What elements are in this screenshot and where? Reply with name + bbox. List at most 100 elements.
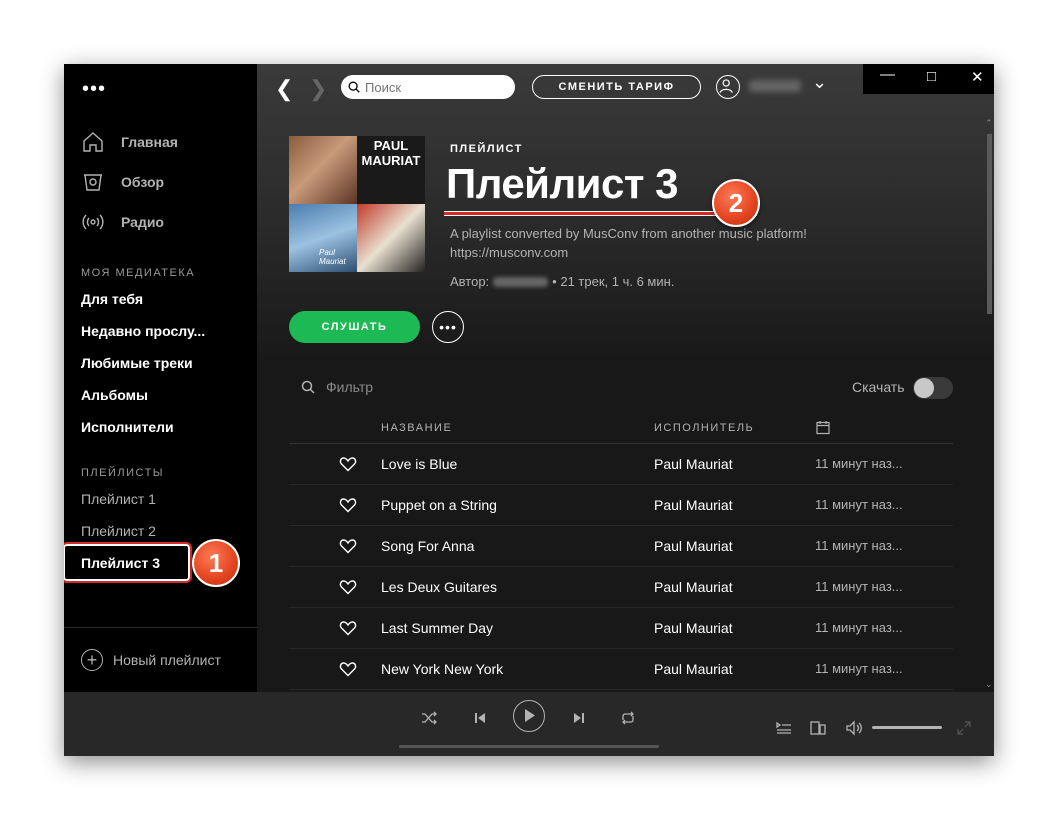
library-item-liked[interactable]: Любимые треки	[81, 355, 193, 371]
devices-icon[interactable]	[810, 720, 826, 736]
download-label: Скачать	[852, 379, 905, 395]
main-content: ❮ ❯ СМЕНИТЬ ТАРИФ ⌄ — □ ✕ PAUL MAURIAT P…	[257, 64, 994, 692]
shuffle-icon[interactable]	[421, 710, 437, 726]
next-icon[interactable]	[572, 711, 586, 725]
track-added: 11 минут наз...	[815, 456, 903, 471]
scrollbar[interactable]: ⌃ ⌄	[985, 118, 994, 692]
heart-icon[interactable]	[339, 660, 357, 678]
radio-icon	[82, 214, 104, 230]
upgrade-button[interactable]: СМЕНИТЬ ТАРИФ	[532, 75, 701, 99]
sidebar-playlist-1[interactable]: Плейлист 1	[81, 491, 156, 507]
progress-bar[interactable]	[399, 745, 659, 748]
library-item-albums[interactable]: Альбомы	[81, 387, 148, 403]
filter-placeholder: Фильтр	[326, 379, 374, 395]
sidebar-playlist-2[interactable]: Плейлист 2	[81, 523, 156, 539]
column-header-artist[interactable]: ИСПОЛНИТЕЛЬ	[654, 422, 754, 434]
heart-icon[interactable]	[339, 537, 357, 555]
scroll-up-icon[interactable]: ⌃	[985, 118, 993, 129]
play-button[interactable]: СЛУШАТЬ	[289, 311, 420, 343]
username-blurred[interactable]	[749, 80, 801, 92]
home-icon	[83, 132, 103, 152]
back-arrow-icon[interactable]: ❮	[275, 76, 293, 102]
previous-icon[interactable]	[473, 711, 487, 725]
user-avatar-icon[interactable]	[716, 75, 740, 99]
title-highlight-underline	[444, 211, 757, 216]
table-row[interactable]: Love is Blue Paul Mauriat 11 минут наз...	[289, 444, 953, 485]
author-name-blurred[interactable]	[493, 276, 549, 287]
close-icon[interactable]: ✕	[971, 68, 984, 86]
library-section-title: МОЯ МЕДИАТЕКА	[81, 267, 196, 279]
toggle-knob	[914, 378, 934, 398]
download-toggle[interactable]	[913, 377, 953, 399]
library-item-for-you[interactable]: Для тебя	[81, 291, 143, 307]
search-box[interactable]	[341, 75, 515, 99]
more-options-button[interactable]: •••	[432, 311, 464, 343]
volume-slider[interactable]	[872, 726, 942, 729]
nav-browse[interactable]: Обзор	[81, 170, 164, 194]
track-added: 11 минут наз...	[815, 579, 903, 594]
search-icon	[301, 380, 315, 394]
column-header-title[interactable]: НАЗВАНИЕ	[381, 422, 452, 434]
library-item-recent[interactable]: Недавно прослу...	[81, 323, 205, 339]
window-controls: — □ ✕	[863, 64, 994, 94]
heart-icon[interactable]	[339, 578, 357, 596]
track-title: Last Summer Day	[381, 620, 494, 636]
calendar-icon[interactable]	[816, 420, 830, 435]
heart-icon[interactable]	[339, 619, 357, 637]
playlist-description: A playlist converted by MusConv from ano…	[450, 226, 807, 260]
playlists-section-title: ПЛЕЙЛИСТЫ	[81, 467, 165, 479]
table-row[interactable]: New York New York Paul Mauriat 11 минут на…	[289, 649, 953, 690]
playlist-cover-image: PAUL MAURIAT Paul Mauriat	[289, 136, 425, 272]
annotation-badge-2: 2	[712, 179, 760, 227]
scroll-down-icon[interactable]: ⌄	[985, 679, 993, 690]
repeat-icon[interactable]	[620, 710, 636, 726]
menu-dots-button[interactable]: •••	[82, 78, 106, 101]
new-playlist-button[interactable]: + Новый плейлист	[81, 649, 221, 671]
track-artist[interactable]: Paul Mauriat	[654, 497, 733, 513]
volume-icon[interactable]	[846, 720, 864, 736]
track-artist[interactable]: Paul Mauriat	[654, 538, 733, 554]
track-added: 11 минут наз...	[815, 661, 903, 676]
cover-artist-text-small: Paul Mauriat	[319, 248, 346, 266]
table-row[interactable]: Song For Anna Paul Mauriat 11 минут наз...	[289, 526, 953, 567]
sidebar-playlist-3[interactable]: Плейлист 3	[81, 555, 160, 571]
nav-browse-label: Обзор	[121, 174, 165, 190]
nav-home[interactable]: Главная	[81, 130, 178, 154]
search-input[interactable]	[365, 79, 505, 95]
cover-artist-text: PAUL MAURIAT	[361, 138, 421, 168]
play-pause-button[interactable]	[513, 700, 545, 732]
track-added: 11 минут наз...	[815, 497, 903, 512]
chevron-down-icon[interactable]: ⌄	[812, 72, 827, 93]
player-bar	[64, 692, 994, 756]
track-artist[interactable]: Paul Mauriat	[654, 456, 733, 472]
nav-home-label: Главная	[121, 134, 178, 150]
playlist-meta: Автор: • 21 трек, 1 ч. 6 мин.	[450, 274, 674, 289]
track-added: 11 минут наз...	[815, 538, 903, 553]
annotation-badge-1: 1	[192, 539, 240, 587]
track-artist[interactable]: Paul Mauriat	[654, 620, 733, 636]
fullscreen-icon[interactable]	[957, 721, 971, 735]
track-title: Song For Anna	[381, 538, 475, 554]
forward-arrow-icon[interactable]: ❯	[309, 76, 327, 102]
sidebar: ••• Главная Обзор Радио МОЯ МЕДИАТЕКА Дл…	[64, 64, 257, 692]
search-icon	[348, 81, 360, 93]
track-title: Puppet on a String	[381, 497, 497, 513]
table-row[interactable]: Last Summer Day Paul Mauriat 11 минут наз.…	[289, 608, 953, 649]
library-item-artists[interactable]: Исполнители	[81, 419, 174, 435]
plus-circle-icon: +	[81, 649, 103, 671]
minimize-icon[interactable]: —	[880, 66, 895, 83]
queue-icon[interactable]	[776, 721, 792, 735]
heart-icon[interactable]	[339, 496, 357, 514]
scroll-thumb[interactable]	[987, 134, 992, 314]
heart-icon[interactable]	[339, 455, 357, 473]
track-title: New York New York	[381, 661, 504, 677]
play-icon	[525, 709, 535, 722]
track-artist[interactable]: Paul Mauriat	[654, 579, 733, 595]
track-artist[interactable]: Paul Mauriat	[654, 661, 733, 677]
table-row[interactable]: Les Deux Guitares Paul Mauriat 11 минут на…	[289, 567, 953, 608]
maximize-icon[interactable]: □	[927, 68, 936, 85]
filter-field[interactable]: Фильтр	[300, 379, 373, 395]
browse-icon	[84, 174, 102, 191]
nav-radio[interactable]: Радио	[81, 210, 164, 234]
table-row[interactable]: Puppet on a String Paul Mauriat 11 минут н…	[289, 485, 953, 526]
